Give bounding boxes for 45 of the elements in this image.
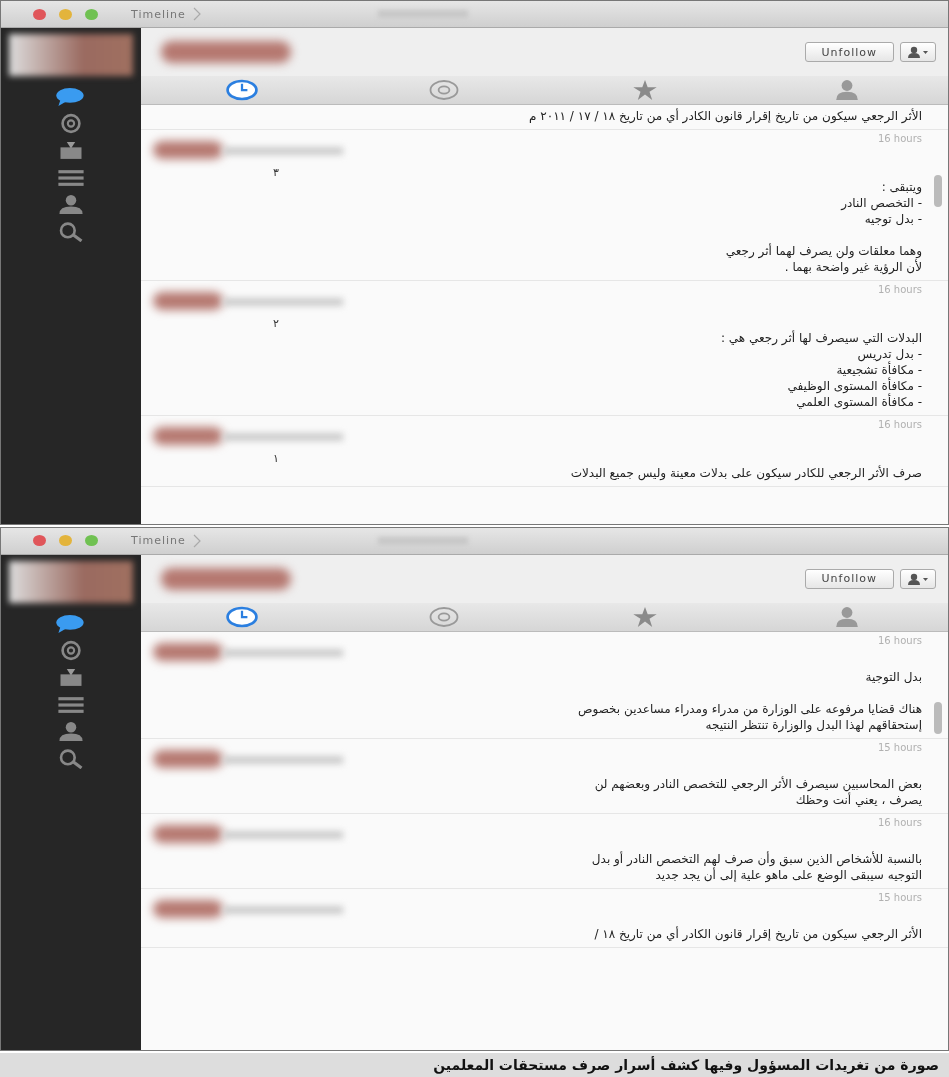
tweet-text: الأثر الرجعي سيكون من تاريخ إقرار قانون الكادر أي من تاريخ ١٨ / <box>593 925 922 942</box>
tweet-time: 16 hours <box>877 816 922 828</box>
unfollow-button[interactable]: Unfollow <box>804 568 894 589</box>
person-caret-icon <box>907 46 929 58</box>
caption: صورة من تغريدات المسؤول وفيها كشف أسرار صرف مستحقات المعلمين <box>0 1053 949 1077</box>
blurred-avatar-placeholder <box>153 292 223 310</box>
tweet-number: ٢ <box>273 318 280 330</box>
clock-icon[interactable] <box>223 79 260 101</box>
tweet-time: 16 hours <box>877 419 922 430</box>
close-button[interactable] <box>33 535 46 546</box>
tweet-number: ١ <box>273 453 280 465</box>
scrollbar-thumb[interactable] <box>934 701 942 734</box>
chevron-icon <box>192 533 201 548</box>
blurred-avatar-placeholder <box>153 642 223 661</box>
tweet-text: صرف الأثر الرجعي للكادر سيكون على بدلات معينة وليس جميع البدلات <box>569 465 922 481</box>
tweet-text: الأثر الرجعي سيكون من تاريخ إقرار قانون الكادر أي من تاريخ ١٨ / ١٧ / ٢٠١١ م <box>528 108 922 124</box>
blurred-avatar-placeholder <box>153 427 223 445</box>
chevron-icon <box>192 7 201 21</box>
tweet-time: 15 hours <box>877 891 922 903</box>
speech-bubble-icon[interactable] <box>55 612 87 634</box>
blurred-avatar-placeholder <box>153 899 223 918</box>
close-button[interactable] <box>33 8 46 20</box>
speech-bubble-icon[interactable] <box>55 86 87 107</box>
person-caret-icon <box>907 572 929 585</box>
tweet-number: ٣ <box>273 167 280 179</box>
tweet-text: بالنسبة للأشخاص الذين سبق وأن صرف لهم التخصص النادر أو بدل التوجيه سيبقى الوضع على ماهو علية إلى أن يجد جديد <box>590 850 922 883</box>
scrollbar-thumb[interactable] <box>934 175 942 207</box>
person-menu-button[interactable] <box>900 568 936 589</box>
clock-icon[interactable] <box>223 605 260 628</box>
tweet-time: 16 hours <box>877 284 922 295</box>
tweet-time: 16 hours <box>877 634 922 646</box>
window-title: Timeline <box>131 7 186 21</box>
blurred-avatar-placeholder <box>153 824 223 843</box>
tweet-text: ويتبقى : - التخصص النادر - بدل توجيه وهما معلقات ولن يصرف لهما أثر رجعي لأن الرؤية غير واضحة بهما . <box>724 179 922 275</box>
tweet-text: البدلات التي سيصرف لها أثر رجعي هي : - بدل تدريس - مكافأة تشجيعية - مكافأة المستوى الوظيفي - مكافأة المستوى العلمي <box>719 330 922 410</box>
person-menu-button[interactable] <box>900 42 936 62</box>
list-icon[interactable] <box>55 167 87 188</box>
blurred-avatar-placeholder <box>153 141 223 159</box>
tweet-text: بدل التوجية هناك قضايا مرفوعه على الوزارة من مدراء ومدراء مساعدين بخصوص إستحقاقهم لهذا البدل والوزارة تنتظر النتيجه <box>577 668 922 733</box>
tweet-text: بعض المحاسبين سيصرف الأثر الرجعي للتخصص النادر وبعضهم لن يصرف ، يعني أنت وحظك <box>593 775 922 808</box>
tweet-time: 15 hours <box>877 741 922 753</box>
unfollow-button[interactable]: Unfollow <box>804 42 894 62</box>
tweet-time: 16 hours <box>877 133 922 144</box>
blurred-avatar-placeholder <box>153 749 223 768</box>
window-title: Timeline <box>131 534 186 547</box>
